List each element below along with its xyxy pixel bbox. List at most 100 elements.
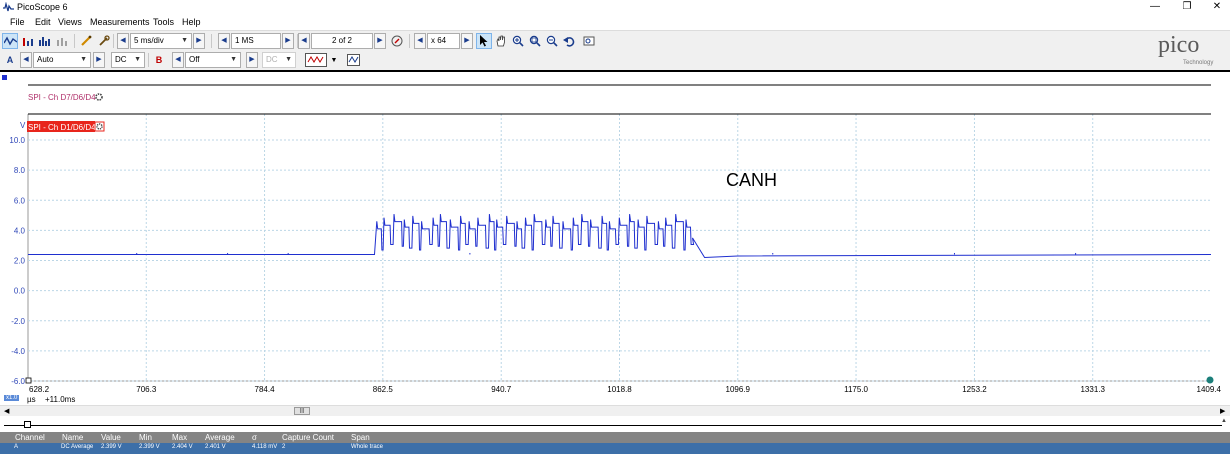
scroll-thumb[interactable]: |||: [294, 407, 310, 415]
zoom-in-icon[interactable]: [510, 33, 526, 49]
menu-tools[interactable]: Tools: [153, 17, 174, 27]
menu-measurements[interactable]: Measurements: [90, 17, 150, 27]
capture-counter: 2 of 2: [331, 36, 352, 45]
range-a-next-button[interactable]: ▶: [93, 52, 105, 68]
timebase-prev-button[interactable]: ◀: [117, 33, 129, 49]
zoom-next-button[interactable]: ▶: [461, 33, 473, 49]
measurements-header: Channel Name Value Min Max Average σ Cap…: [0, 432, 1230, 443]
close-button[interactable]: ✕: [1202, 1, 1230, 14]
range-a-prev-button[interactable]: ◀: [20, 52, 32, 68]
timebase-value: 5 ms/div: [134, 36, 164, 45]
compass-icon[interactable]: [389, 33, 405, 49]
ruler-start-handle[interactable]: [24, 421, 31, 428]
x-tick-label: 940.7: [491, 385, 512, 394]
range-b-prev-button[interactable]: ◀: [172, 52, 184, 68]
y-axis-ticks: 10.0 8.0 6.0 4.0 2.0 0.0 -2.0 -4.0 -6.0 V: [9, 121, 26, 386]
x-tick-label: 1096.9: [726, 385, 751, 394]
coupling-a-select[interactable]: DC ▼: [111, 52, 145, 68]
y-tick-label: 0.0: [14, 287, 26, 296]
tools-icon[interactable]: [96, 33, 112, 49]
x-tick-label: 1331.3: [1080, 385, 1105, 394]
zoom-overview-icon[interactable]: [581, 33, 597, 49]
scope-mode-icon[interactable]: [2, 33, 18, 49]
logo-sub-text: Technology: [1183, 60, 1214, 66]
cell-channel: A: [14, 444, 19, 450]
probe-icon[interactable]: [78, 33, 94, 49]
samples-next-button[interactable]: ▶: [282, 33, 294, 49]
x-tick-label: 1175.0: [844, 385, 868, 394]
range-a-value: Auto: [37, 55, 54, 64]
horizontal-scrollbar[interactable]: ◀ ||| ▶: [0, 405, 1230, 416]
pico-technology-logo: pico Technology: [1158, 32, 1230, 70]
origin-marker: [25, 377, 32, 384]
y-tick-label: -2.0: [11, 317, 25, 326]
cell-value: 2.399 V: [101, 444, 122, 450]
header-min: Min: [139, 433, 152, 442]
pointer-icon[interactable]: [476, 33, 492, 49]
mso-mode-icon[interactable]: [54, 33, 70, 49]
trigger-dropdown-icon[interactable]: ▼: [328, 52, 340, 68]
persistence-mode-icon[interactable]: [20, 33, 36, 49]
maximize-button[interactable]: ❐: [1172, 1, 1202, 14]
menu-bar: File Edit Views Measurements Tools Help: [0, 15, 1230, 30]
cell-span: Whole trace: [351, 444, 384, 450]
title-bar: PicoScope 6 — ❐ ✕: [0, 0, 1230, 15]
header-sigma: σ: [252, 433, 257, 442]
zoom-select[interactable]: x 64: [427, 33, 460, 49]
header-average: Average: [205, 433, 235, 442]
scope-plot[interactable]: 10.0 8.0 6.0 4.0 2.0 0.0 -2.0 -4.0 -6.0 V 628.2 70…: [0, 72, 1230, 405]
measurement-row[interactable]: A DC Average 2.399 V 2.399 V 2.404 V 2.4…: [0, 443, 1230, 454]
scroll-left-icon[interactable]: ◀: [4, 407, 9, 415]
y-unit-label: V: [20, 121, 26, 130]
zoom-out-icon[interactable]: [544, 33, 560, 49]
decode-label-top: SPI - Ch D7/D6/D4: [28, 93, 96, 102]
coupling-b-value: DC: [266, 55, 278, 64]
menu-file[interactable]: File: [10, 17, 25, 27]
coupling-a-value: DC: [115, 55, 127, 64]
samples-select[interactable]: 1 MS: [231, 33, 281, 49]
range-a-select[interactable]: Auto ▼: [33, 52, 91, 68]
capture-next-button[interactable]: ▶: [374, 33, 386, 49]
x-tick-label: 784.4: [255, 385, 276, 394]
main-toolbar: ◀ 5 ms/div ▼ ▶ ◀ 1 MS ▶ ◀ 2 of 2 ▶ ◀ x 64…: [0, 30, 1230, 50]
capture-prev-button[interactable]: ◀: [298, 33, 310, 49]
undo-zoom-icon[interactable]: [561, 33, 577, 49]
zoom-prev-button[interactable]: ◀: [414, 33, 426, 49]
header-max: Max: [172, 433, 188, 442]
zoom-value: x 64: [431, 36, 447, 45]
signal-generator-icon[interactable]: [304, 52, 328, 68]
timebase-next-button[interactable]: ▶: [193, 33, 205, 49]
menu-views[interactable]: Views: [58, 17, 82, 27]
x-tick-label: 628.2: [29, 385, 50, 394]
header-channel: Channel: [15, 433, 45, 442]
hand-pan-icon[interactable]: [493, 33, 509, 49]
menu-help[interactable]: Help: [182, 17, 201, 27]
y-tick-label: -4.0: [11, 347, 25, 356]
math-channels-icon[interactable]: [345, 52, 361, 68]
scale-badge[interactable]: x1.0: [4, 395, 20, 401]
window-title: PicoScope 6: [17, 2, 68, 12]
channel-b-options[interactable]: B: [151, 52, 167, 68]
samples-prev-button[interactable]: ◀: [218, 33, 230, 49]
channel-a-options[interactable]: A: [2, 52, 18, 68]
picoscope-app-icon: [3, 2, 14, 12]
capture-navigator[interactable]: 2 of 2: [311, 33, 373, 49]
ruler-scroll-up-icon[interactable]: ▲: [1221, 418, 1227, 424]
range-b-next-button[interactable]: ▶: [246, 52, 258, 68]
x-tick-label: 706.3: [136, 385, 157, 394]
timebase-select[interactable]: 5 ms/div ▼: [130, 33, 192, 49]
scroll-right-icon[interactable]: ▶: [1220, 407, 1225, 415]
cell-sigma: 4.118 mV: [252, 444, 278, 450]
scope-view[interactable]: 10.0 8.0 6.0 4.0 2.0 0.0 -2.0 -4.0 -6.0 V 628.2 70…: [0, 70, 1230, 405]
range-b-select[interactable]: Off ▼: [185, 52, 241, 68]
y-tick-label: -6.0: [11, 377, 25, 386]
menu-edit[interactable]: Edit: [35, 17, 51, 27]
coupling-b-select: DC ▼: [262, 52, 296, 68]
spectrum-mode-icon[interactable]: [36, 33, 52, 49]
cell-capture-count: 2: [282, 444, 286, 450]
y-tick-label: 8.0: [14, 166, 26, 175]
logo-main-text: pico: [1158, 32, 1200, 58]
zoom-region-icon[interactable]: [527, 33, 543, 49]
serial-decode-rows: SPI - Ch D7/D6/D4 SPI - Ch D1/D6/D4: [2, 75, 1214, 384]
minimize-button[interactable]: —: [1140, 1, 1170, 14]
